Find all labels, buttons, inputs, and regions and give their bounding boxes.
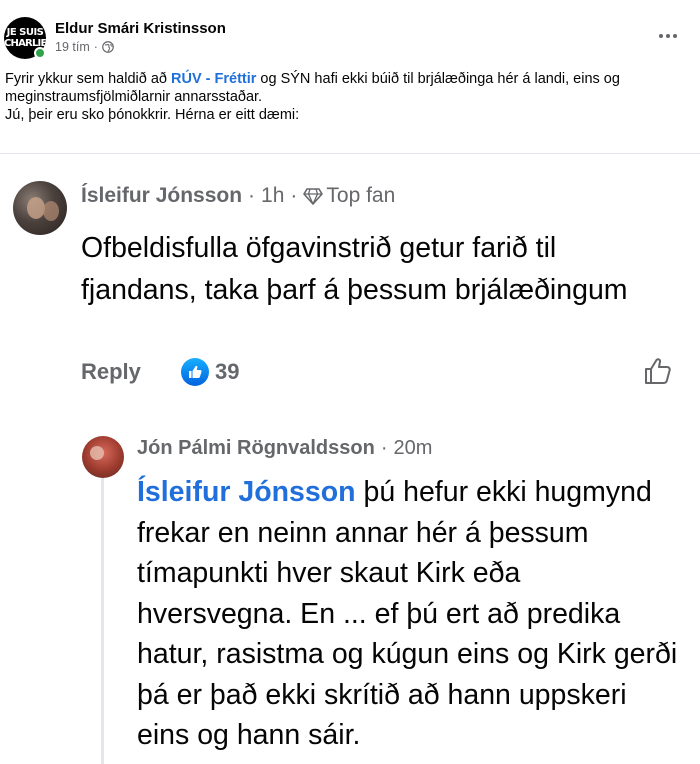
commenter-name[interactable]: Ísleifur Jónsson	[81, 184, 242, 208]
avatar-text-line1: JE SUIS	[6, 27, 44, 38]
diamond-icon	[303, 188, 324, 205]
thumb-outline-icon[interactable]	[643, 356, 673, 386]
reply-button[interactable]: Reply	[81, 359, 141, 385]
page-link[interactable]: RÚV - Fréttir	[171, 71, 256, 87]
post-text: Fyrir ykkur sem haldið að RÚV - Fréttir …	[5, 70, 695, 124]
reply-avatar[interactable]	[82, 436, 124, 478]
post-time[interactable]: 19 tím	[55, 40, 90, 54]
top-fan-badge: Top fan	[326, 184, 396, 207]
more-icon-dot	[666, 34, 670, 38]
globe-icon	[102, 41, 114, 53]
mention-link[interactable]: Ísleifur Jónsson	[137, 476, 356, 508]
more-icon-dot	[659, 34, 663, 38]
post-text-part1: Fyrir ykkur sem haldið að	[5, 71, 171, 87]
more-icon-dot	[673, 34, 677, 38]
meta-separator: ·	[93, 40, 98, 54]
separator: ·	[248, 184, 256, 207]
reply-author-name[interactable]: Jón Pálmi Rögnvaldsson	[137, 437, 375, 459]
separator: ·	[380, 437, 388, 459]
more-options-button[interactable]	[656, 24, 680, 48]
thread-line	[101, 474, 104, 764]
post-meta: 19 tím ·	[55, 40, 114, 54]
comment-actions: Reply 39	[81, 356, 681, 392]
comment-body: Ofbeldisfulla öfgavinstrið getur farið t…	[81, 232, 628, 306]
like-count[interactable]: 39	[215, 359, 239, 385]
online-status-dot	[34, 47, 46, 59]
comment-time[interactable]: 1h	[261, 184, 284, 208]
reply-time[interactable]: 20m	[394, 437, 433, 459]
commenter-avatar[interactable]	[13, 181, 67, 235]
post-header: JE SUIS CHARLIE Eldur Smári Kristinsson …	[0, 0, 700, 140]
separator: ·	[290, 184, 298, 207]
like-thumb-glyph	[189, 365, 202, 378]
comment-header: Ísleifur Jónsson · 1h · Top fan	[81, 184, 395, 208]
post-author-name[interactable]: Eldur Smári Kristinsson	[55, 20, 226, 37]
reply-header: Jón Pálmi Rögnvaldsson · 20m	[137, 437, 432, 460]
embedded-screenshot: Ísleifur Jónsson · 1h · Top fan Ofbeldis…	[0, 153, 700, 764]
like-icon	[181, 358, 209, 386]
post-text-line2: Jú, þeir eru sko þónokkrir. Hérna er eit…	[5, 107, 300, 123]
reply-text: þú hefur ekki hugmynd frekar en neinn an…	[137, 476, 678, 751]
reply-body: Ísleifur Jónsson þú hefur ekki hugmynd f…	[137, 472, 682, 756]
